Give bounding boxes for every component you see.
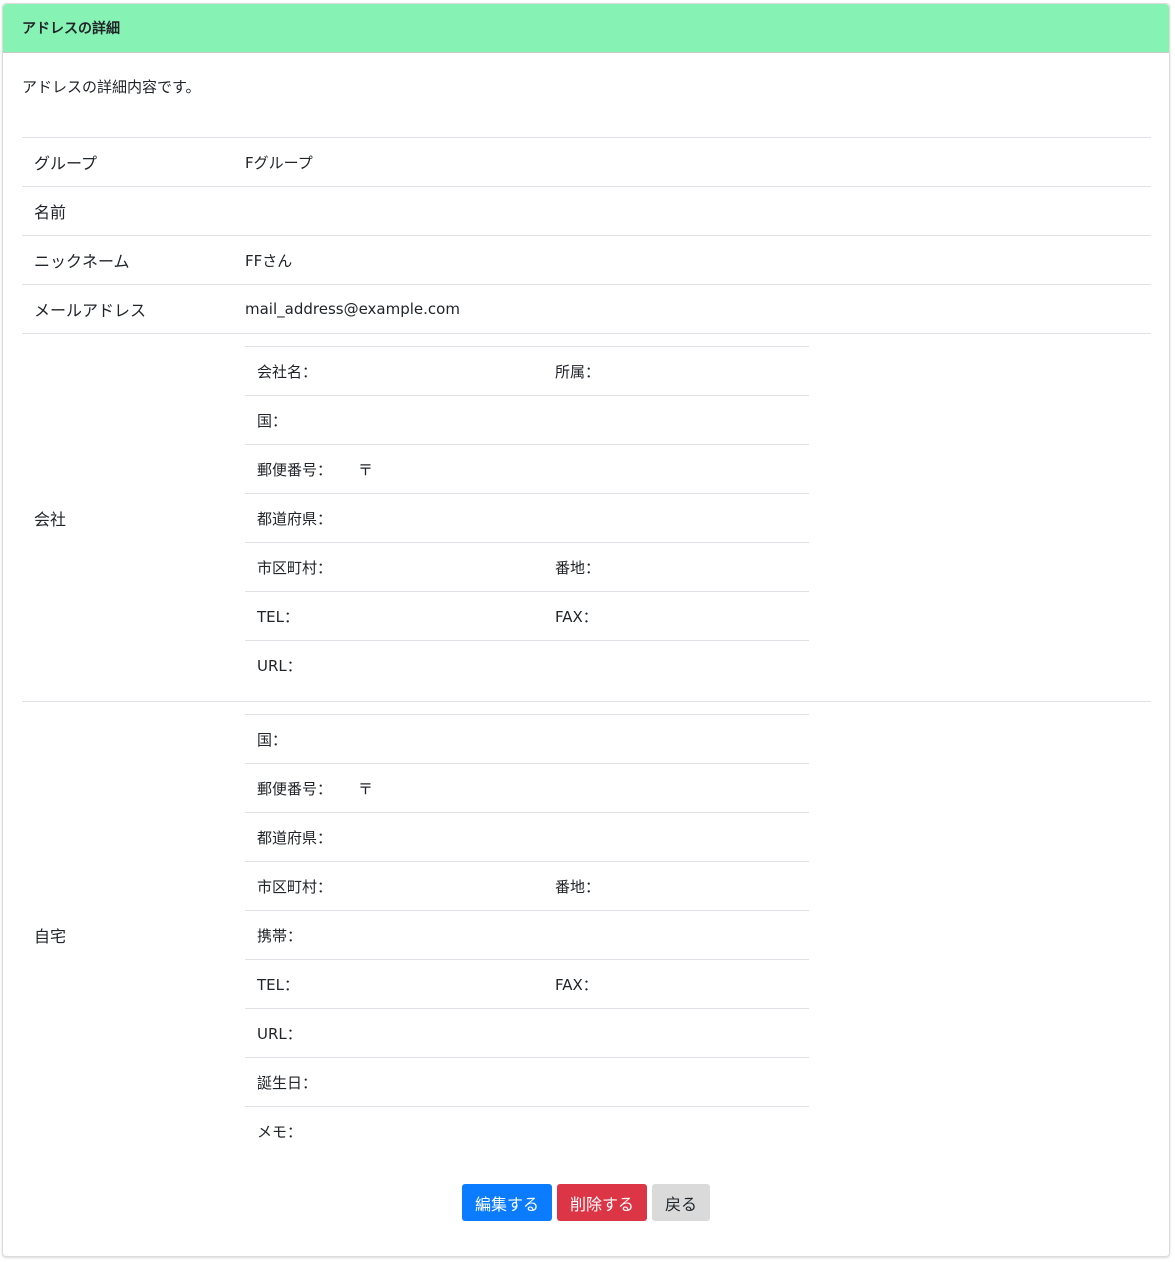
company-city-label: 市区町村： <box>245 542 543 592</box>
home-row-mobile: 携帯： <box>245 910 809 960</box>
home-row-country: 国： <box>245 714 809 764</box>
detail-table: グループ Fグループ 名前 ニックネーム FFさん メールアドレス mail_a… <box>22 137 1151 1167</box>
home-postal-mark: 〒 <box>358 779 374 798</box>
company-row-url: URL： <box>245 640 809 689</box>
home-tel-label: TEL： <box>245 959 543 1009</box>
home-row-url: URL： <box>245 1008 809 1058</box>
company-details: 会社名： 所属： 国： 郵便番号： 〒 都道府県： 市区町村： 番地： TEL： … <box>233 333 1151 702</box>
edit-button[interactable]: 編集する <box>461 1184 552 1221</box>
company-department-label: 所属： <box>543 346 809 396</box>
row-nickname: ニックネーム FFさん <box>22 235 1151 285</box>
card-header: アドレスの詳細 <box>3 4 1169 53</box>
home-postal-cell: 郵便番号： 〒 <box>245 763 543 813</box>
company-postal-cell: 郵便番号： 〒 <box>245 444 543 494</box>
company-row-country: 国： <box>245 395 809 445</box>
company-row-tel: TEL： FAX： <box>245 591 809 641</box>
company-country-label: 国： <box>245 395 543 445</box>
home-row-tel: TEL： FAX： <box>245 959 809 1009</box>
home-row-memo: メモ： <box>245 1106 809 1155</box>
home-country-label: 国： <box>245 714 543 764</box>
home-mobile-label: 携帯： <box>245 910 543 960</box>
group-value: Fグループ <box>233 137 1151 187</box>
home-label: 自宅 <box>22 701 233 1167</box>
company-row-prefecture: 都道府県： <box>245 493 809 543</box>
company-tel-label: TEL： <box>245 591 543 641</box>
home-memo-label: メモ： <box>245 1106 543 1155</box>
home-url-label: URL： <box>245 1008 543 1058</box>
name-label: 名前 <box>22 186 233 236</box>
company-postal-label: 郵便番号： <box>257 460 333 479</box>
home-postal-label: 郵便番号： <box>257 779 333 798</box>
company-url-label: URL： <box>245 640 543 689</box>
name-value <box>233 186 1151 236</box>
home-row-prefecture: 都道府県： <box>245 812 809 862</box>
company-row-city: 市区町村： 番地： <box>245 542 809 592</box>
group-label: グループ <box>22 137 233 187</box>
email-label: メールアドレス <box>22 284 233 334</box>
company-fax-label: FAX： <box>543 591 809 641</box>
description-text: アドレスの詳細内容です。 <box>22 78 201 96</box>
row-email: メールアドレス mail_address@example.com <box>22 284 1151 334</box>
row-home: 自宅 国： 郵便番号： 〒 都道府県： 市区町村： 番地： 携帯： TEL： FA… <box>22 701 1151 1167</box>
home-row-postal: 郵便番号： 〒 <box>245 763 809 813</box>
home-subtable: 国： 郵便番号： 〒 都道府県： 市区町村： 番地： 携帯： TEL： FAX： … <box>245 714 809 1155</box>
company-name-label: 会社名： <box>245 346 543 396</box>
home-prefecture-label: 都道府県： <box>245 812 543 862</box>
back-button[interactable]: 戻る <box>652 1184 711 1221</box>
home-fax-label: FAX： <box>543 959 809 1009</box>
row-name: 名前 <box>22 186 1151 236</box>
home-row-birthday: 誕生日： <box>245 1057 809 1107</box>
home-details: 国： 郵便番号： 〒 都道府県： 市区町村： 番地： 携帯： TEL： FAX： … <box>233 701 1151 1167</box>
nickname-label: ニックネーム <box>22 235 233 285</box>
delete-button[interactable]: 削除する <box>556 1184 647 1221</box>
action-buttons: 編集する 削除する 戻る <box>3 1184 1169 1221</box>
address-detail-card: アドレスの詳細 アドレスの詳細内容です。 グループ Fグループ 名前 ニックネー… <box>2 3 1170 1257</box>
company-row-postal: 郵便番号： 〒 <box>245 444 809 494</box>
company-street-label: 番地： <box>543 542 809 592</box>
home-birthday-label: 誕生日： <box>245 1057 543 1107</box>
email-value: mail_address@example.com <box>233 284 1151 334</box>
home-street-label: 番地： <box>543 861 809 911</box>
page-title: アドレスの詳細 <box>22 21 120 37</box>
home-city-label: 市区町村： <box>245 861 543 911</box>
home-row-city: 市区町村： 番地： <box>245 861 809 911</box>
company-prefecture-label: 都道府県： <box>245 493 543 543</box>
company-label: 会社 <box>22 333 233 702</box>
company-row-name: 会社名： 所属： <box>245 346 809 396</box>
company-subtable: 会社名： 所属： 国： 郵便番号： 〒 都道府県： 市区町村： 番地： TEL： … <box>245 346 809 689</box>
company-postal-mark: 〒 <box>358 460 374 479</box>
row-company: 会社 会社名： 所属： 国： 郵便番号： 〒 都道府県： 市区町村： 番地： T… <box>22 333 1151 702</box>
row-group: グループ Fグループ <box>22 137 1151 187</box>
nickname-value: FFさん <box>233 235 1151 285</box>
